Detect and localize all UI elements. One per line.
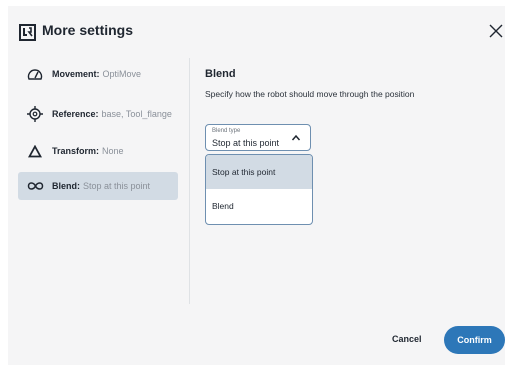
sidebar-item-reference[interactable]: Reference: base, Tool_flange [18, 100, 178, 128]
infinity-icon [26, 177, 44, 195]
more-settings-dialog: More settings Movement: OptiMove Referen… [8, 6, 505, 365]
panel-title: Blend [205, 68, 236, 80]
dialog-title: More settings [42, 22, 134, 38]
sidebar-item-label: Reference: [52, 109, 99, 119]
sidebar-item-blend[interactable]: Blend: Stop at this point [18, 172, 178, 200]
vertical-divider [189, 58, 190, 304]
close-icon[interactable] [488, 23, 504, 39]
target-icon [26, 105, 44, 123]
sidebar-item-transform[interactable]: Transform: None [18, 137, 178, 165]
gauge-icon [26, 65, 44, 83]
delta-icon [26, 142, 44, 160]
select-label: Blend type [212, 128, 241, 134]
sidebar-item-value: Stop at this point [83, 181, 151, 191]
chevron-up-icon [291, 134, 301, 141]
cancel-button[interactable]: Cancel [392, 334, 422, 344]
select-value: Stop at this point [212, 138, 280, 148]
blend-type-select[interactable]: Blend type Stop at this point [205, 124, 311, 151]
sidebar-item-value: OptiMove [102, 69, 142, 79]
panel-description: Specify how the robot should move throug… [205, 89, 415, 99]
confirm-button[interactable]: Confirm [444, 326, 505, 354]
sidebar-item-label: Movement: [52, 69, 100, 79]
sidebar-item-value: base, Tool_flange [101, 109, 172, 119]
option-stop-at-this-point[interactable]: Stop at this point [206, 155, 312, 189]
sidebar-item-movement[interactable]: Movement: OptiMove [18, 60, 178, 88]
sidebar-item-value: None [102, 146, 124, 156]
sidebar-item-label: Blend: [52, 181, 80, 191]
option-blend[interactable]: Blend [206, 189, 312, 223]
blend-type-dropdown: Stop at this point Blend [205, 154, 313, 225]
sidebar-item-label: Transform: [52, 146, 100, 156]
ur-logo-icon [19, 24, 36, 41]
